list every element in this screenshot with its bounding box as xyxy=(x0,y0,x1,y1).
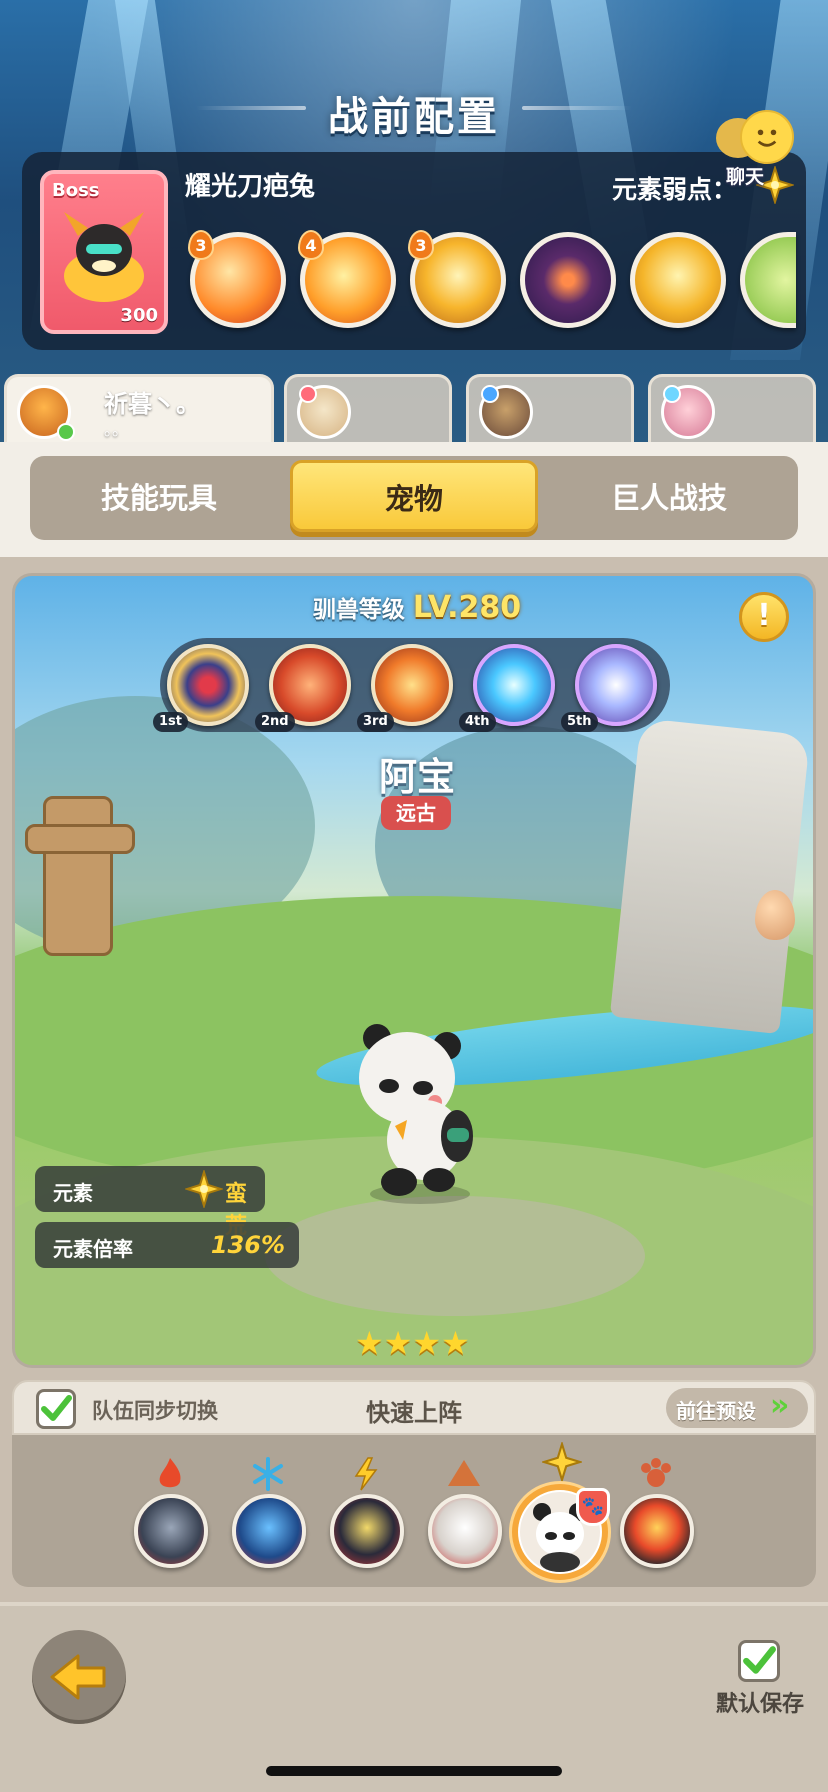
player-name: 祈暮丶。 xyxy=(104,390,200,418)
skill-rank-2: 2nd xyxy=(255,712,295,732)
tame-level-value: LV.280 xyxy=(412,590,522,625)
badge-icon xyxy=(481,385,499,403)
fire-icon xyxy=(159,1458,181,1488)
boss-name: 耀光刀疤兔 xyxy=(185,172,316,202)
player-tab-4[interactable] xyxy=(648,374,816,442)
team-slot-2[interactable] xyxy=(232,1494,306,1568)
double-arrow-right-icon: » xyxy=(770,1388,790,1423)
barbarian-element-icon xyxy=(185,1170,223,1208)
lightning-icon xyxy=(354,1457,378,1491)
beast-icon xyxy=(641,1458,671,1487)
ice-icon xyxy=(253,1457,283,1491)
element-ratio-stat: 元素倍率 136% xyxy=(35,1222,299,1268)
skill-rank-1: 1st xyxy=(153,712,188,732)
smiley-chat-icon xyxy=(740,110,794,164)
barbarian-icon xyxy=(542,1442,582,1482)
tab-pets[interactable]: 宠物 xyxy=(290,460,538,532)
skill-rank-4: 4th xyxy=(459,712,496,732)
skill-level-badge: 4 xyxy=(298,230,324,260)
default-save-label: 默认保存 xyxy=(716,1692,805,1717)
player-tab-2[interactable] xyxy=(284,374,452,442)
tame-level-row: 驯兽等级 LV.280 xyxy=(15,590,813,625)
team-tray xyxy=(12,1435,816,1587)
info-button[interactable]: ! xyxy=(739,592,789,642)
wooden-totem-arm xyxy=(25,824,135,854)
boss-number: 300 xyxy=(120,305,158,326)
boss-tag: Boss xyxy=(52,180,100,201)
home-indicator[interactable] xyxy=(266,1766,562,1776)
element-ratio-value: 136% xyxy=(210,1231,285,1259)
pet-scene: 驯兽等级 LV.280 ! 1st 2nd 3rd 4th 5th 阿宝 远古 … xyxy=(12,573,816,1368)
team-slot-1[interactable] xyxy=(134,1494,208,1568)
element-label: 元素 xyxy=(53,1181,93,1205)
earth-icon xyxy=(448,1460,480,1486)
player-subtitle: 。。 xyxy=(104,420,129,439)
dark-roar-skill-icon[interactable] xyxy=(520,232,616,328)
go-to-preset-label: 前往预设 xyxy=(676,1399,756,1423)
pet-name: 阿宝 xyxy=(378,755,455,799)
team-slot-3[interactable] xyxy=(330,1494,404,1568)
holy-shield-skill-icon[interactable] xyxy=(630,232,726,328)
team-slot-4[interactable] xyxy=(428,1494,502,1568)
tame-level-label: 驯兽等级 xyxy=(312,597,405,623)
skill-rank-5: 5th xyxy=(561,712,598,732)
element-stat: 元素 蛮荒 xyxy=(35,1166,265,1239)
tab-giant-skills[interactable]: 巨人战技 xyxy=(544,456,794,540)
skill-rank-3: 3rd xyxy=(357,712,394,732)
paw-badge-icon: 🐾 xyxy=(576,1488,610,1526)
check-icon xyxy=(743,1646,776,1674)
skill-level-badge: 3 xyxy=(188,230,214,260)
skill-level-badge: 3 xyxy=(408,230,434,260)
star-rating: ★★★★ xyxy=(355,1324,470,1362)
back-arrow-icon xyxy=(50,1654,106,1700)
back-button[interactable] xyxy=(32,1630,126,1724)
panda-pet-model[interactable] xyxy=(345,1016,495,1206)
team-slot-6[interactable] xyxy=(620,1494,694,1568)
boss-card[interactable]: Boss 300 xyxy=(40,170,168,334)
chat-label: 聊天 xyxy=(726,166,765,188)
pet-rarity-badge: 远古 xyxy=(381,796,451,830)
page-title: 战前配置 xyxy=(328,94,500,140)
stone-path xyxy=(265,1196,645,1316)
boss-portrait-icon xyxy=(64,212,144,302)
badge-icon xyxy=(57,423,75,441)
badge-icon xyxy=(299,385,317,403)
element-ratio-label: 元素倍率 xyxy=(53,1237,133,1261)
wooden-totem xyxy=(43,796,113,956)
badge-icon xyxy=(663,385,681,403)
player-tab-3[interactable] xyxy=(466,374,634,442)
tab-skill-toys[interactable]: 技能玩具 xyxy=(34,456,284,540)
default-save-checkbox[interactable] xyxy=(738,1640,780,1682)
